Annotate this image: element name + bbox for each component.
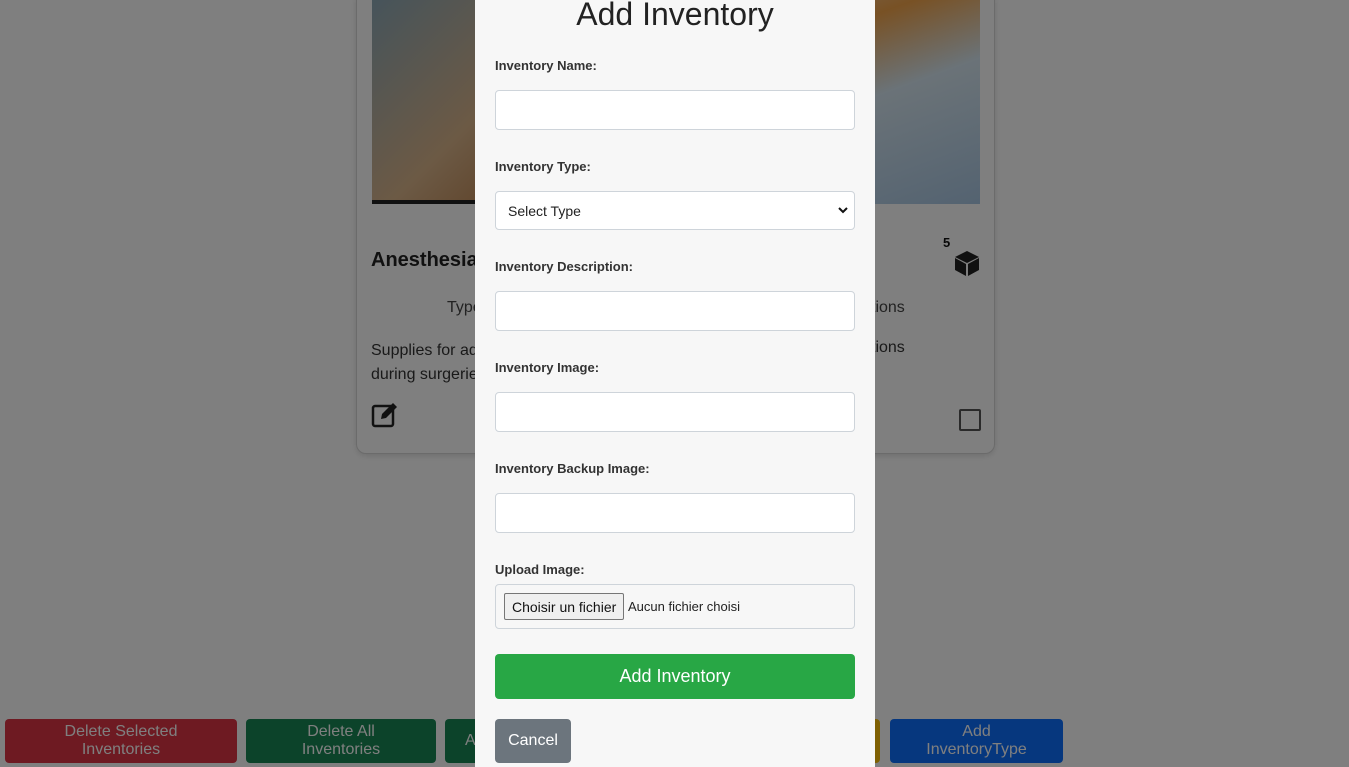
modal-title: Add Inventory bbox=[576, 0, 774, 32]
inventory-type-label: Inventory Type: bbox=[495, 159, 591, 174]
inventory-image-input[interactable] bbox=[495, 392, 855, 432]
inventory-image-label: Inventory Image: bbox=[495, 360, 600, 375]
choose-file-button[interactable]: Choisir un fichier bbox=[504, 593, 625, 620]
inventory-backup-image-label: Inventory Backup Image: bbox=[495, 461, 650, 476]
cancel-button[interactable]: Cancel bbox=[495, 719, 571, 763]
inventory-name-input[interactable] bbox=[495, 90, 855, 130]
inventory-name-label: Inventory Name: bbox=[495, 58, 597, 73]
add-inventory-submit-button[interactable]: Add Inventory bbox=[495, 654, 855, 699]
file-status-text: Aucun fichier choisi bbox=[628, 599, 740, 614]
inventory-backup-image-input[interactable] bbox=[495, 493, 855, 533]
inventory-description-input[interactable] bbox=[495, 291, 855, 331]
add-inventory-modal: Add Inventory Inventory Name: Inventory … bbox=[475, 0, 875, 767]
file-upload-field[interactable]: Choisir un fichier Aucun fichier choisi bbox=[495, 584, 855, 629]
inventory-type-select[interactable]: Select Type bbox=[495, 191, 855, 230]
upload-image-label: Upload Image: bbox=[495, 562, 585, 577]
inventory-description-label: Inventory Description: bbox=[495, 259, 633, 274]
